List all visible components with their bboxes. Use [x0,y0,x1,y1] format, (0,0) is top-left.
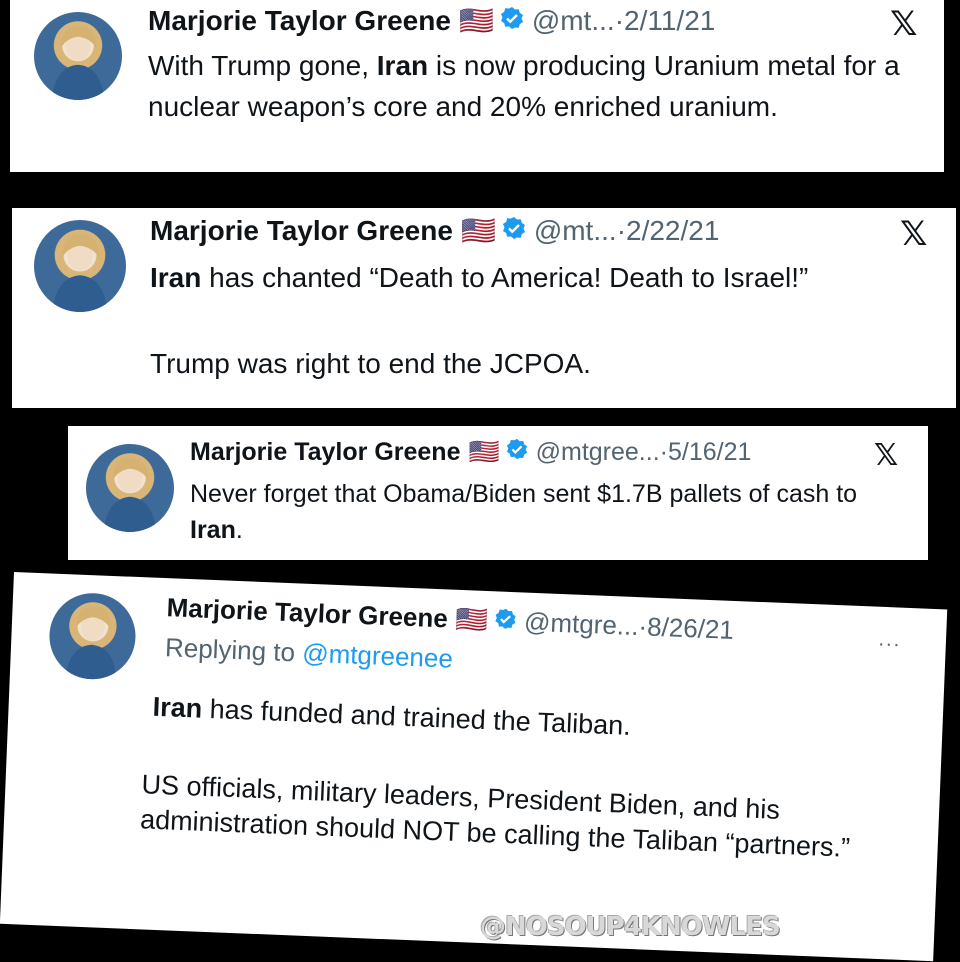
avatar[interactable] [47,591,138,681]
verified-badge-icon [502,215,526,247]
author-name[interactable]: Marjorie Taylor Greene [190,438,460,467]
tweet-card-2[interactable]: Marjorie Taylor Greene 🇺🇸 @mt... ·2/22/2… [12,208,956,408]
author-name[interactable]: Marjorie Taylor Greene [166,592,448,634]
tweet-header: Marjorie Taylor Greene 🇺🇸 @mt... ·2/22/2… [150,214,719,247]
author-name[interactable]: Marjorie Taylor Greene [150,215,453,247]
author-handle[interactable]: @mtgree... [536,438,660,467]
tweet-card-3[interactable]: Marjorie Taylor Greene 🇺🇸 @mtgree... ·5/… [68,426,928,560]
avatar[interactable] [34,220,126,312]
author-name[interactable]: Marjorie Taylor Greene [148,5,451,37]
us-flag-icon: 🇺🇸 [458,5,494,36]
author-handle[interactable]: @mt... [534,215,617,247]
verified-badge-icon [506,438,528,467]
author-handle[interactable]: @mtgre... [523,607,639,643]
x-logo-icon[interactable]: 𝕏 [900,214,927,254]
tweet-date[interactable]: ·8/26/21 [638,611,735,646]
tweet-text: Iran has funded and trained the Taliban. [152,691,632,741]
tweet-date[interactable]: ·2/11/21 [615,5,716,37]
tweet-date[interactable]: ·2/22/21 [617,215,720,247]
tweet-text: Iran has chanted “Death to America! Deat… [150,262,809,293]
us-flag-icon: 🇺🇸 [460,215,496,246]
watermark: @NOSOUP4KNOWLES [480,912,781,942]
author-handle[interactable]: @mt... [532,5,615,37]
tweet-text-line2: Trump was right to end the JCPOA. [150,348,591,379]
tweet-card-4[interactable]: Marjorie Taylor Greene 🇺🇸 @mtgre... ·8/2… [0,572,948,962]
us-flag-icon: 🇺🇸 [468,438,500,466]
tweet-header: Marjorie Taylor Greene 🇺🇸 @mt... ·2/11/2… [148,4,715,37]
verified-badge-icon [500,5,524,37]
reply-to-link[interactable]: @mtgreenee [302,638,454,674]
us-flag-icon: 🇺🇸 [455,603,489,636]
x-logo-icon[interactable]: 𝕏 [890,4,917,44]
more-options-icon[interactable]: ··· [877,633,901,657]
tweet-header: Marjorie Taylor Greene 🇺🇸 @mtgree... ·5/… [190,438,751,467]
avatar[interactable] [86,444,174,532]
tweet-text-line2: US officials, military leaders, Presiden… [139,769,851,863]
x-logo-icon[interactable]: 𝕏 [874,438,898,473]
tweet-text: Never forget that Obama/Biden sent $1.7B… [190,480,858,545]
tweet-card-1[interactable]: Marjorie Taylor Greene 🇺🇸 @mt... ·2/11/2… [10,0,944,172]
verified-badge-icon [493,605,516,637]
tweet-date[interactable]: ·5/16/21 [660,438,752,467]
reply-context: Replying to @mtgreenee [164,632,454,674]
tweet-text: With Trump gone, Iran is now producing U… [148,50,900,122]
avatar[interactable] [34,12,122,100]
